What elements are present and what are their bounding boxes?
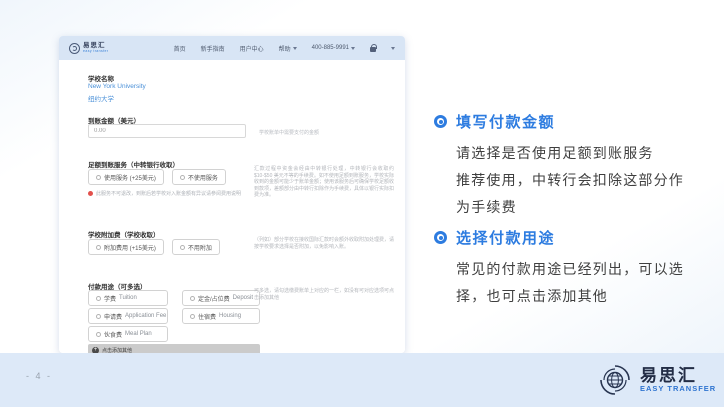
chevron-down-icon bbox=[351, 47, 355, 50]
brand-name-en: EASY TRANSFER bbox=[640, 385, 716, 394]
radio-icon bbox=[96, 175, 101, 180]
checkbox-meal-plan[interactable]: 伙食费Meal Plan bbox=[88, 326, 168, 342]
radio-use-service[interactable]: 使用服务 (+25美元) bbox=[88, 169, 164, 185]
lock-icon[interactable] bbox=[370, 47, 376, 52]
annotation-payment-purpose: 选择付款用途 常见的付款用途已经列出，可以选 择，也可点击添加其他 bbox=[434, 227, 704, 310]
annotation-payment-amount: 填写付款金额 请选择是否使用足额到账服务 推荐使用，中转行会扣除这部分作 为手续… bbox=[434, 111, 704, 221]
payment-form: 学校名称 New York University 纽约大学 到账金额（美元） 学… bbox=[59, 60, 405, 353]
nav-item-user-center[interactable]: 用户中心 bbox=[240, 44, 264, 53]
checkbox-application-fee[interactable]: 申请费Application Fee bbox=[88, 308, 168, 324]
checkbox-housing[interactable]: 住宿费Housing bbox=[182, 308, 260, 324]
footer-band: - 4 - 易思汇 EASY TRANSFER bbox=[0, 353, 724, 407]
annotation-line: 推荐使用，中转行会扣除这部分作 bbox=[456, 167, 704, 194]
nav-item-help[interactable]: 帮助 bbox=[279, 44, 297, 53]
checkbox-icon bbox=[190, 314, 195, 319]
slide: 易思汇 easy transfer 首页 新手指南 用户中心 帮助 400-88… bbox=[0, 0, 724, 407]
radio-icon bbox=[180, 245, 185, 250]
nav-item-hotline[interactable]: 400-885-9991 bbox=[312, 45, 355, 51]
purpose-note: 可多选，请勾选缴费账单上对应的一栏，如没有可对应选项可点击添加其他 bbox=[254, 288, 394, 301]
screenshot-card: 易思汇 easy transfer 首页 新手指南 用户中心 帮助 400-88… bbox=[59, 36, 405, 353]
checkbox-icon bbox=[190, 296, 195, 301]
full-arrival-label: 足额到账服务（中转银行收取） bbox=[88, 159, 179, 169]
annotation-line: 择，也可点击添加其他 bbox=[456, 283, 704, 310]
warning-icon bbox=[88, 191, 93, 196]
radio-no-surcharge[interactable]: 不用附加 bbox=[172, 239, 220, 255]
surcharge-note: （列如）部分学校在接收国际汇款时会额外收取附加处理费，请按学校要求选择是否附加，… bbox=[254, 237, 394, 250]
annotation-title: 填写付款金额 bbox=[456, 111, 555, 132]
checkbox-icon bbox=[96, 332, 101, 337]
surcharge-label: 学校附加费（学校收取） bbox=[88, 229, 160, 239]
checkbox-tuition[interactable]: 学费Tuition bbox=[88, 290, 168, 306]
annotation-title: 选择付款用途 bbox=[456, 227, 555, 248]
site-logo[interactable]: 易思汇 easy transfer bbox=[69, 43, 108, 54]
full-arrival-warning: 此服务不可退改，到账后若学校对入账金额有异议请参阅费用说明 bbox=[88, 190, 241, 197]
radio-icon bbox=[96, 245, 101, 250]
amount-input[interactable] bbox=[88, 124, 246, 138]
checkbox-deposit[interactable]: 定金/占位费Deposit bbox=[182, 290, 260, 306]
amount-hint: 学校账单中需要支付的金额 bbox=[259, 129, 319, 136]
chevron-down-icon[interactable] bbox=[391, 47, 395, 50]
brand-logo: 易思汇 EASY TRANSFER bbox=[596, 361, 716, 399]
add-other-purpose-button[interactable]: + 点击添加其他 bbox=[88, 344, 260, 353]
page-number: - 4 - bbox=[26, 371, 52, 381]
brand-name-cn: 易思汇 bbox=[640, 366, 716, 386]
school-name-cn-link[interactable]: 纽约大学 bbox=[88, 93, 114, 103]
radio-add-surcharge[interactable]: 附加费用 (+15美元) bbox=[88, 239, 164, 255]
nav-item-home[interactable]: 首页 bbox=[174, 44, 186, 53]
school-name-label: 学校名称 bbox=[88, 73, 114, 83]
nav-item-guide[interactable]: 新手指南 bbox=[201, 44, 225, 53]
radio-no-service[interactable]: 不使用服务 bbox=[172, 169, 226, 185]
bullet-target-icon bbox=[434, 231, 447, 244]
school-name-en-link[interactable]: New York University bbox=[88, 83, 146, 90]
chevron-down-icon bbox=[293, 47, 297, 50]
site-navbar: 易思汇 easy transfer 首页 新手指南 用户中心 帮助 400-88… bbox=[59, 36, 405, 60]
annotation-line: 常见的付款用途已经列出，可以选 bbox=[456, 256, 704, 283]
annotation-line: 为手续费 bbox=[456, 194, 704, 221]
annotation-line: 请选择是否使用足额到账服务 bbox=[456, 140, 704, 167]
bullet-target-icon bbox=[434, 115, 447, 128]
brand-swirl-icon bbox=[69, 43, 80, 54]
easy-transfer-globe-icon bbox=[596, 361, 634, 399]
radio-icon bbox=[180, 175, 185, 180]
checkbox-icon bbox=[96, 314, 101, 319]
site-logo-en: easy transfer bbox=[83, 50, 108, 54]
checkbox-icon bbox=[96, 296, 101, 301]
full-arrival-note: 汇款过程中资金会经由中转银行处理，中转银行会收取约 $10-$50 美元不等的手… bbox=[254, 166, 394, 199]
